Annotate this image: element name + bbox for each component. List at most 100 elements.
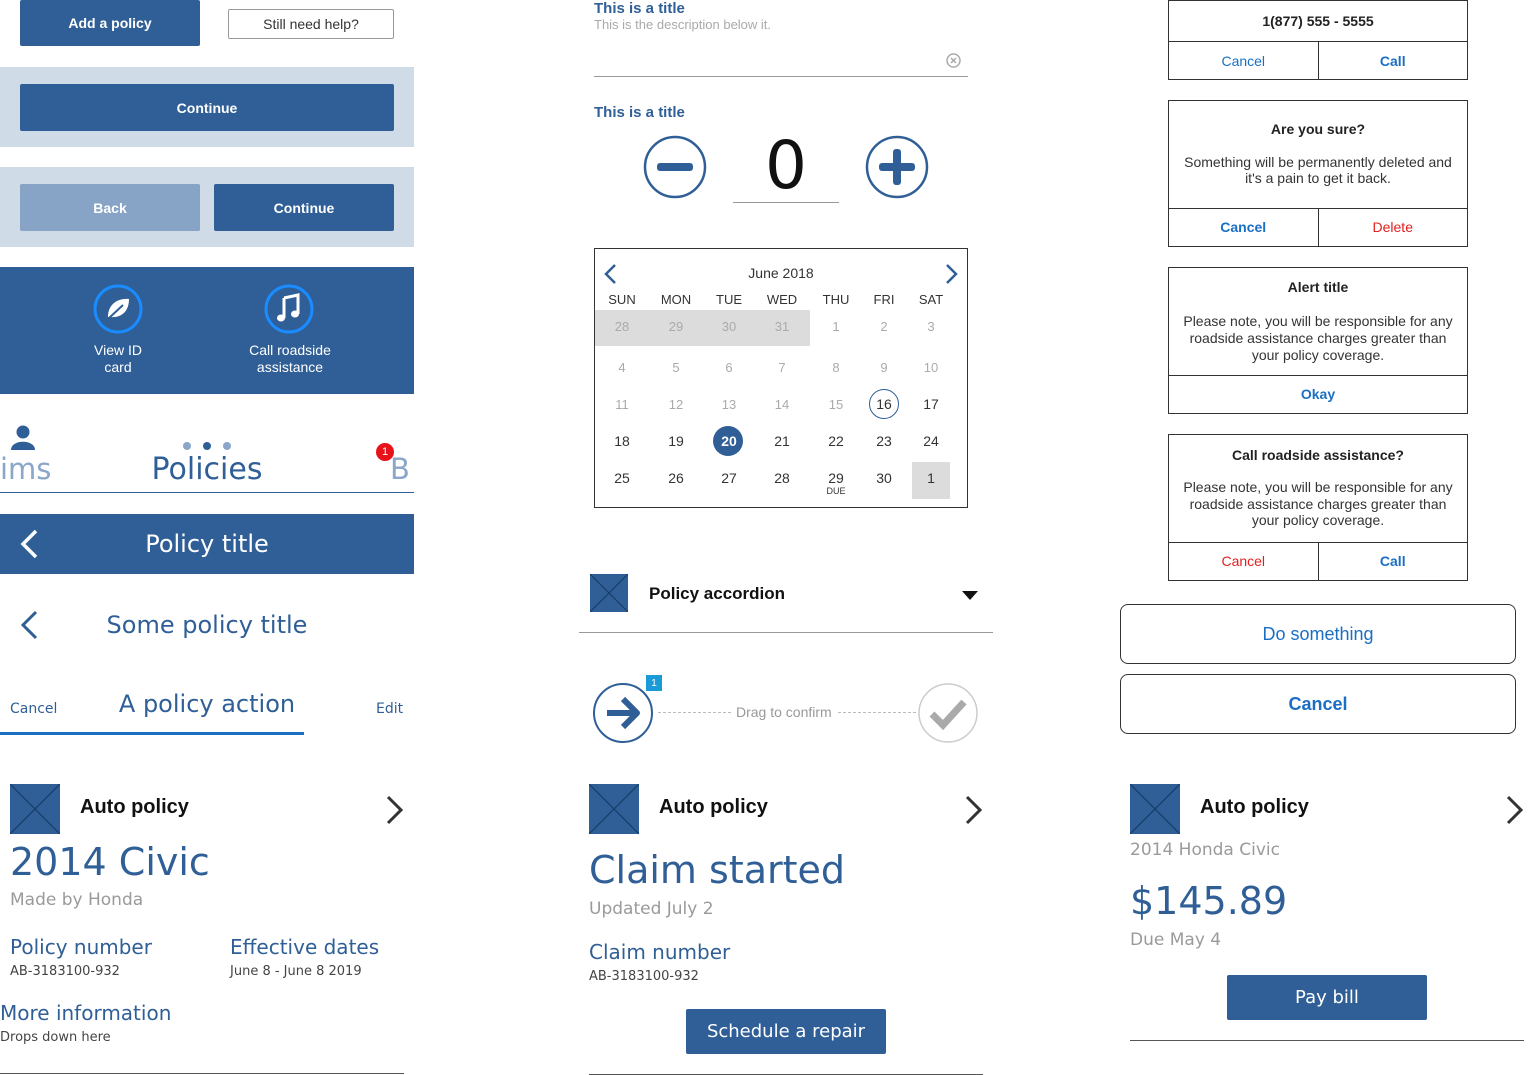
do-something-button[interactable]: Do something (1120, 604, 1516, 664)
calendar-day[interactable]: 23 (861, 426, 907, 456)
calendar-day[interactable]: 2 (861, 311, 907, 341)
back-arrow-icon[interactable] (18, 528, 42, 560)
calendar-day[interactable]: 9 (861, 352, 907, 382)
calendar-day[interactable]: 4 (599, 352, 645, 382)
calendar-day[interactable]: 7 (759, 352, 805, 382)
plus-icon (865, 135, 929, 199)
leaf-icon (93, 284, 143, 334)
caret-down-icon[interactable] (962, 588, 978, 600)
weekday-label: MON (660, 292, 692, 307)
calendar-day[interactable]: 30 (706, 311, 752, 341)
bill-chevron-right-icon[interactable] (1504, 794, 1526, 826)
chevron-right-icon[interactable] (384, 794, 406, 826)
calendar-day[interactable]: 12 (653, 389, 699, 419)
calendar-day[interactable]: 14 (759, 389, 805, 419)
phone-number: 1(877) 555 - 5555 (1262, 13, 1374, 29)
accordion-title[interactable]: Policy accordion (649, 584, 785, 604)
still-need-help-button[interactable]: Still need help? (228, 9, 394, 39)
calendar-day[interactable]: 27 (706, 463, 752, 493)
bill-card-heading: Auto policy (1200, 796, 1309, 818)
due-label: DUE (826, 486, 846, 496)
calendar-day[interactable]: 15 (813, 389, 859, 419)
calendar-day[interactable]: 21 (759, 426, 805, 456)
calendar-day[interactable]: 6 (706, 352, 752, 382)
roadside-alert-body: Please note, you will be responsible for… (1183, 479, 1453, 528)
tab-claims[interactable]: ims (0, 452, 51, 486)
calendar-day[interactable]: 11 (599, 389, 645, 419)
tabs-divider (0, 492, 414, 493)
edit-link[interactable]: Edit (376, 701, 403, 717)
field-title: This is a title (594, 0, 685, 17)
policy-image-placeholder (10, 784, 60, 834)
tab-policies[interactable]: Policies (104, 452, 310, 487)
sheet-cancel-button[interactable]: Cancel (1120, 674, 1516, 734)
arrow-right-icon (593, 683, 653, 743)
note-alert-body: Please note, you will be responsible for… (1183, 313, 1453, 363)
calendar-day[interactable]: 31 (759, 311, 805, 341)
pay-bill-button[interactable]: Pay bill (1227, 975, 1427, 1020)
quantity-stepper[interactable]: 0 (733, 127, 839, 204)
policy-number-label: Policy number (10, 935, 152, 959)
confirm-alert-title: Are you sure? (1270, 121, 1366, 137)
calendar-day[interactable]: 16 (861, 389, 907, 419)
calendar-day[interactable]: 24 (908, 426, 954, 456)
continue-button[interactable]: Continue (20, 84, 394, 131)
more-information-toggle[interactable]: More information (0, 1001, 171, 1025)
field-description: This is the description below it. (594, 17, 772, 32)
drag-handle[interactable] (592, 682, 654, 744)
calendar-day[interactable]: 29 (653, 311, 699, 341)
calendar-day[interactable]: 28 (599, 311, 645, 341)
calendar-day[interactable]: 25 (599, 463, 645, 493)
calendar-month: June 2018 (748, 265, 814, 281)
confirm-target (917, 682, 979, 744)
calendar-day[interactable]: 5 (653, 352, 699, 382)
note-alert: Alert title Please note, you will be res… (1168, 267, 1468, 414)
text-field[interactable] (594, 44, 968, 77)
calendar-day[interactable]: 22 (813, 426, 859, 456)
calendar-day[interactable]: 10 (908, 352, 954, 382)
page-dots (182, 438, 232, 450)
plus-button[interactable] (865, 135, 929, 199)
view-id-card-action[interactable] (93, 284, 143, 334)
confirm-alert-delete-button[interactable]: Delete (1317, 209, 1468, 246)
calendar-day[interactable]: 3 (908, 311, 954, 341)
calendar-day[interactable]: 1 (813, 311, 859, 341)
calendar-day[interactable]: 18 (599, 426, 645, 456)
note-alert-okay-button[interactable]: Okay (1169, 376, 1467, 413)
roadside-alert-cancel-button[interactable]: Cancel (1169, 543, 1318, 580)
call-alert-cancel-button[interactable]: Cancel (1169, 42, 1318, 80)
schedule-repair-button[interactable]: Schedule a repair (686, 1009, 886, 1054)
cancel-link[interactable]: Cancel (10, 701, 57, 717)
weekday-label: SAT (918, 292, 944, 307)
back-chevron-icon[interactable] (18, 609, 42, 641)
call-alert-call-button[interactable]: Call (1317, 42, 1468, 80)
tab-billing[interactable]: B (390, 452, 410, 486)
claim-number-value: AB-3183100-932 (589, 969, 699, 984)
add-policy-button[interactable]: Add a policy (20, 0, 200, 46)
call-roadside-action[interactable] (264, 284, 314, 334)
calendar-day[interactable]: 30 (861, 463, 907, 493)
confirm-alert-cancel-button[interactable]: Cancel (1169, 209, 1318, 246)
calendar-day[interactable]: 26 (653, 463, 699, 493)
continue-button-secondary[interactable]: Continue (214, 184, 394, 231)
stepper-title: This is a title (594, 104, 685, 121)
claim-status: Claim started (589, 848, 846, 892)
next-month-icon[interactable] (943, 263, 959, 285)
claim-chevron-right-icon[interactable] (963, 794, 985, 826)
calendar-day[interactable]: 17 (908, 389, 954, 419)
calendar-day[interactable]: 20 (706, 426, 752, 456)
claim-updated: Updated July 2 (589, 899, 714, 919)
clear-icon[interactable] (946, 53, 961, 68)
back-button[interactable]: Back (20, 184, 200, 231)
calendar-day[interactable]: 8 (813, 352, 859, 382)
calendar-day[interactable]: 28 (759, 463, 805, 493)
calendar-day[interactable]: 1 (908, 463, 954, 493)
calendar-day[interactable]: 19 (653, 426, 699, 456)
minus-button[interactable] (643, 135, 707, 199)
confirm-alert-body: Something will be permanently deleted an… (1184, 154, 1452, 186)
confirm-delete-alert: Are you sure? Something will be permanen… (1168, 100, 1468, 247)
action-underline (0, 732, 304, 735)
page-title: Policy title (145, 530, 269, 558)
roadside-alert-call-button[interactable]: Call (1317, 543, 1468, 580)
calendar-day[interactable]: 13 (706, 389, 752, 419)
